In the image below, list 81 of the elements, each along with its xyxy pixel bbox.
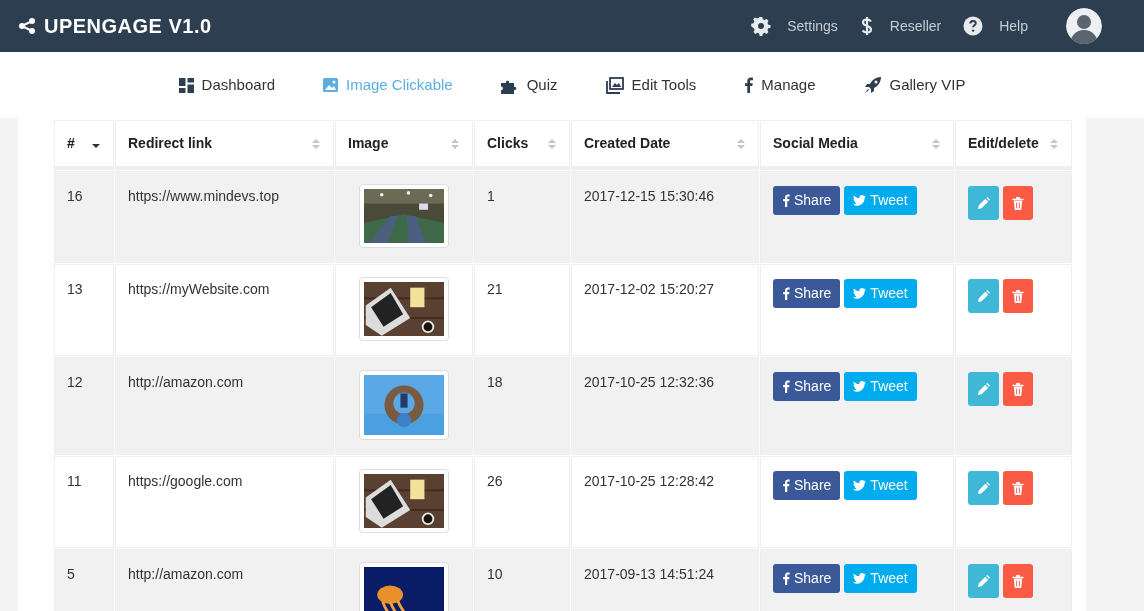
pencil-icon xyxy=(977,197,990,211)
table-cell: 2017-12-15 15:30:46 xyxy=(584,188,714,204)
trash-icon xyxy=(1012,482,1024,496)
table-cell: 2017-10-25 12:32:36 xyxy=(584,374,714,390)
delete-button[interactable] xyxy=(1003,564,1033,598)
trash-icon xyxy=(1012,383,1024,397)
nav-tab[interactable]: Gallery VIP xyxy=(863,73,966,97)
column-header[interactable]: Redirect link xyxy=(128,133,213,154)
link-text: https://www.mindevs.top xyxy=(128,188,279,204)
delete-button[interactable] xyxy=(1003,471,1033,505)
share-button[interactable]: Share xyxy=(773,372,841,401)
reseller-link[interactable]: Reseller xyxy=(859,15,942,37)
dashboard-icon xyxy=(178,77,194,93)
edit-button[interactable] xyxy=(968,471,999,505)
facebook-icon xyxy=(782,194,790,207)
column-header[interactable]: Image xyxy=(348,133,389,154)
table-cell: 18 xyxy=(487,374,503,390)
nav-tab[interactable]: Manage xyxy=(744,73,816,97)
image-icon xyxy=(323,78,338,92)
trash-icon xyxy=(1012,197,1024,211)
bird-icon xyxy=(853,480,867,491)
table-cell: 10 xyxy=(487,566,503,582)
edit-button[interactable] xyxy=(968,564,999,598)
link-text: https://myWebsite.com xyxy=(128,281,270,297)
column-header[interactable]: Created Date xyxy=(584,133,671,154)
table-cell: 1 xyxy=(487,188,495,204)
facebook-icon xyxy=(744,77,754,93)
edit-button[interactable] xyxy=(968,372,999,406)
share-icon xyxy=(18,17,36,35)
table-cell: 2017-12-02 15:20:27 xyxy=(584,281,714,297)
column-header[interactable]: Social Media xyxy=(773,133,858,154)
table-cell: 12 xyxy=(67,374,83,390)
nav-tab[interactable]: Quiz xyxy=(500,73,558,97)
column-header[interactable]: # xyxy=(67,133,75,154)
bird-icon xyxy=(853,573,867,584)
nav-tab[interactable]: Edit Tools xyxy=(605,73,697,97)
bird-icon xyxy=(853,195,867,206)
facebook-icon xyxy=(782,287,790,300)
table-cell: 2017-09-13 14:51:24 xyxy=(584,566,714,582)
table-cell: 21 xyxy=(487,281,503,297)
delete-button[interactable] xyxy=(1003,372,1033,406)
app-title: UPENGAGE V1.0 xyxy=(44,14,212,39)
edit-button[interactable] xyxy=(968,279,999,313)
trash-icon xyxy=(1012,290,1024,304)
pencil-icon xyxy=(977,383,990,397)
edit-button[interactable] xyxy=(968,186,999,220)
pencil-icon xyxy=(977,575,990,589)
bird-icon xyxy=(853,381,867,392)
bird-icon xyxy=(853,288,867,299)
link-text: https://google.com xyxy=(128,473,243,489)
share-button[interactable]: Share xyxy=(773,564,841,593)
facebook-icon xyxy=(782,380,790,393)
share-button[interactable]: Share xyxy=(773,186,841,215)
delete-button[interactable] xyxy=(1003,186,1033,220)
link-text: http://amazon.com xyxy=(128,374,244,390)
table-cell: 16 xyxy=(67,188,83,204)
table-cell: 11 xyxy=(67,473,82,489)
settings-link[interactable]: Settings xyxy=(751,15,838,37)
help-icon xyxy=(963,16,984,36)
facebook-icon xyxy=(782,479,790,492)
delete-button[interactable] xyxy=(1003,279,1033,313)
avatar[interactable] xyxy=(1066,8,1102,44)
share-button[interactable]: Share xyxy=(773,471,841,500)
pencil-icon xyxy=(977,290,990,304)
help-link[interactable]: Help xyxy=(963,15,1028,37)
table-cell: 5 xyxy=(67,566,75,582)
settings-icon xyxy=(751,16,772,36)
table-cell: 26 xyxy=(487,473,503,489)
trash-icon xyxy=(1012,575,1024,589)
dollar-icon xyxy=(859,16,874,36)
column-header[interactable]: Clicks xyxy=(487,133,529,154)
pencil-icon xyxy=(977,482,990,496)
rocket-icon xyxy=(863,76,882,94)
gallery-icon xyxy=(605,76,624,94)
table-cell: 13 xyxy=(67,281,83,297)
column-header[interactable]: Edit/delete xyxy=(968,133,1039,154)
nav-tab[interactable]: Dashboard xyxy=(178,73,275,97)
facebook-icon xyxy=(782,572,790,585)
link-text: http://amazon.com xyxy=(128,566,244,582)
table-cell: 2017-10-25 12:28:42 xyxy=(584,473,714,489)
share-button[interactable]: Share xyxy=(773,279,841,308)
